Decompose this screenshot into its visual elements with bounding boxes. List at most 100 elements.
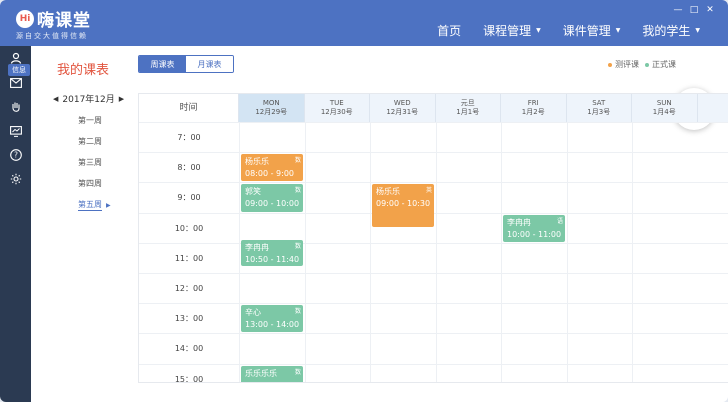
slot-cell[interactable] (566, 304, 633, 334)
tab-monthly[interactable]: 月课表 (186, 56, 233, 72)
slot-cell[interactable] (304, 334, 371, 364)
time-label: 13：00 (174, 314, 204, 324)
student-name: 辛心 (245, 308, 261, 318)
time-row: 15：00 (139, 363, 728, 382)
slot-cell[interactable] (566, 123, 633, 153)
minimize-button[interactable]: — (670, 4, 686, 16)
slot-cell[interactable] (501, 243, 567, 273)
slot-cell[interactable] (435, 334, 502, 364)
slot-cell[interactable] (435, 123, 502, 153)
lesson-card[interactable]: 数 乐乐乐乐 (241, 365, 303, 382)
slot-cell[interactable] (304, 153, 371, 183)
slot-cell[interactable] (435, 183, 502, 213)
slot-cell[interactable] (501, 183, 567, 213)
slot-cell[interactable] (435, 213, 502, 243)
slot-cell[interactable] (632, 213, 698, 243)
slot-cell[interactable] (435, 274, 502, 304)
slot-cell[interactable] (304, 123, 371, 153)
subject-tag: 数 (294, 368, 301, 376)
slot-cell[interactable] (566, 243, 633, 273)
slot-cell[interactable] (370, 243, 436, 273)
slot-cell[interactable] (566, 153, 633, 183)
lesson-card[interactable]: 数 李冉冉 10:50 - 11:40 (241, 239, 303, 266)
sidebar: ? 信息 (0, 46, 31, 402)
day-date: 1月2号 (521, 108, 545, 116)
week-label: 第一周 (78, 116, 102, 125)
slot-cell[interactable] (566, 364, 633, 382)
lesson-card[interactable]: 数 辛心 13:00 - 14:00 (241, 305, 303, 333)
subject-tag: 英 (425, 187, 432, 195)
nav-home[interactable]: 首页 (437, 22, 461, 39)
slot-cell[interactable] (632, 274, 698, 304)
week-item-3[interactable]: 第三周 (53, 152, 143, 173)
sidebar-help[interactable]: ? (0, 145, 31, 165)
close-button[interactable]: ✕ (702, 4, 718, 16)
slot-cell[interactable] (435, 243, 502, 273)
lesson-card[interactable]: 语 李冉冉 10:00 - 11:00 (503, 214, 565, 242)
slot-cell[interactable] (501, 123, 567, 153)
slot-cell[interactable] (304, 364, 371, 382)
slot-cell[interactable] (304, 183, 371, 213)
legend-dot (645, 62, 649, 67)
slot-cell[interactable] (435, 364, 502, 382)
prev-month-icon[interactable]: ◀ (53, 95, 58, 103)
sidebar-settings[interactable] (0, 169, 31, 189)
slot-cell[interactable] (239, 274, 305, 304)
slot-cell[interactable] (370, 364, 436, 382)
slot-cell[interactable] (501, 334, 567, 364)
slot-cell[interactable] (501, 364, 567, 382)
sidebar-interact[interactable] (0, 97, 31, 117)
slot-cell[interactable] (304, 304, 371, 334)
slot-cell[interactable] (632, 183, 698, 213)
lesson-card[interactable]: 数 杨乐乐 08:00 - 9:00 (241, 154, 303, 182)
slot-cell[interactable] (632, 243, 698, 273)
slot-cell[interactable] (370, 153, 436, 183)
week-item-5[interactable]: 第五周 ▶ (53, 194, 143, 215)
slot-cell[interactable] (632, 364, 698, 382)
slot-cell[interactable] (435, 153, 502, 183)
slot-cell[interactable] (435, 304, 502, 334)
slot-cell[interactable] (239, 123, 305, 153)
slot-cell[interactable] (304, 274, 371, 304)
nav-courseware-management[interactable]: 课件管理 ▼ (563, 22, 621, 39)
slot-cell[interactable] (632, 304, 698, 334)
slot-cell[interactable] (501, 304, 567, 334)
logo-text: 嗨课堂 (37, 11, 91, 31)
slot-cell[interactable] (239, 213, 305, 243)
time-label: 11：00 (174, 253, 204, 263)
slot-cell[interactable] (304, 243, 371, 273)
week-item-4[interactable]: 第四周 (53, 173, 143, 194)
lesson-card[interactable]: 英 杨乐乐 09:00 - 10:30 (372, 184, 434, 227)
student-name: 杨乐乐 (245, 157, 269, 167)
slot-cell[interactable] (370, 304, 436, 334)
next-month-icon[interactable]: ▶ (119, 95, 124, 103)
slot-cell[interactable] (501, 274, 567, 304)
legend-assessment: 测评课 (608, 59, 639, 70)
slot-cell[interactable] (566, 213, 633, 243)
sidebar-message[interactable] (0, 73, 31, 93)
maximize-button[interactable]: □ (686, 4, 702, 16)
nav-course-management[interactable]: 课程管理 ▼ (483, 22, 541, 39)
sidebar-screen[interactable] (0, 121, 31, 141)
slot-cell[interactable] (566, 183, 633, 213)
slot-cell[interactable] (370, 274, 436, 304)
slot-cell[interactable] (632, 123, 698, 153)
slot-cell[interactable] (501, 153, 567, 183)
week-item-1[interactable]: 第一周 (53, 110, 143, 131)
lesson-card[interactable]: 数 郭笑 09:00 - 10:00 (241, 184, 303, 212)
tab-weekly[interactable]: 周课表 (139, 56, 186, 72)
slot-cell[interactable] (239, 334, 305, 364)
slot-cell[interactable] (632, 153, 698, 183)
subject-tag: 语 (556, 217, 563, 225)
slot-cell[interactable] (370, 334, 436, 364)
week-item-2[interactable]: 第二周 (53, 131, 143, 152)
slot-cell[interactable] (370, 123, 436, 153)
slot-cell[interactable] (566, 334, 633, 364)
slot-cell[interactable] (632, 334, 698, 364)
slot-cell[interactable] (566, 274, 633, 304)
student-name: 李冉冉 (507, 217, 531, 227)
day-header-sun: SUN 1月4号 (632, 94, 698, 122)
chevron-down-icon: ▼ (536, 27, 541, 34)
nav-my-students[interactable]: 我的学生 ▼ (642, 22, 700, 39)
slot-cell[interactable] (304, 213, 371, 243)
